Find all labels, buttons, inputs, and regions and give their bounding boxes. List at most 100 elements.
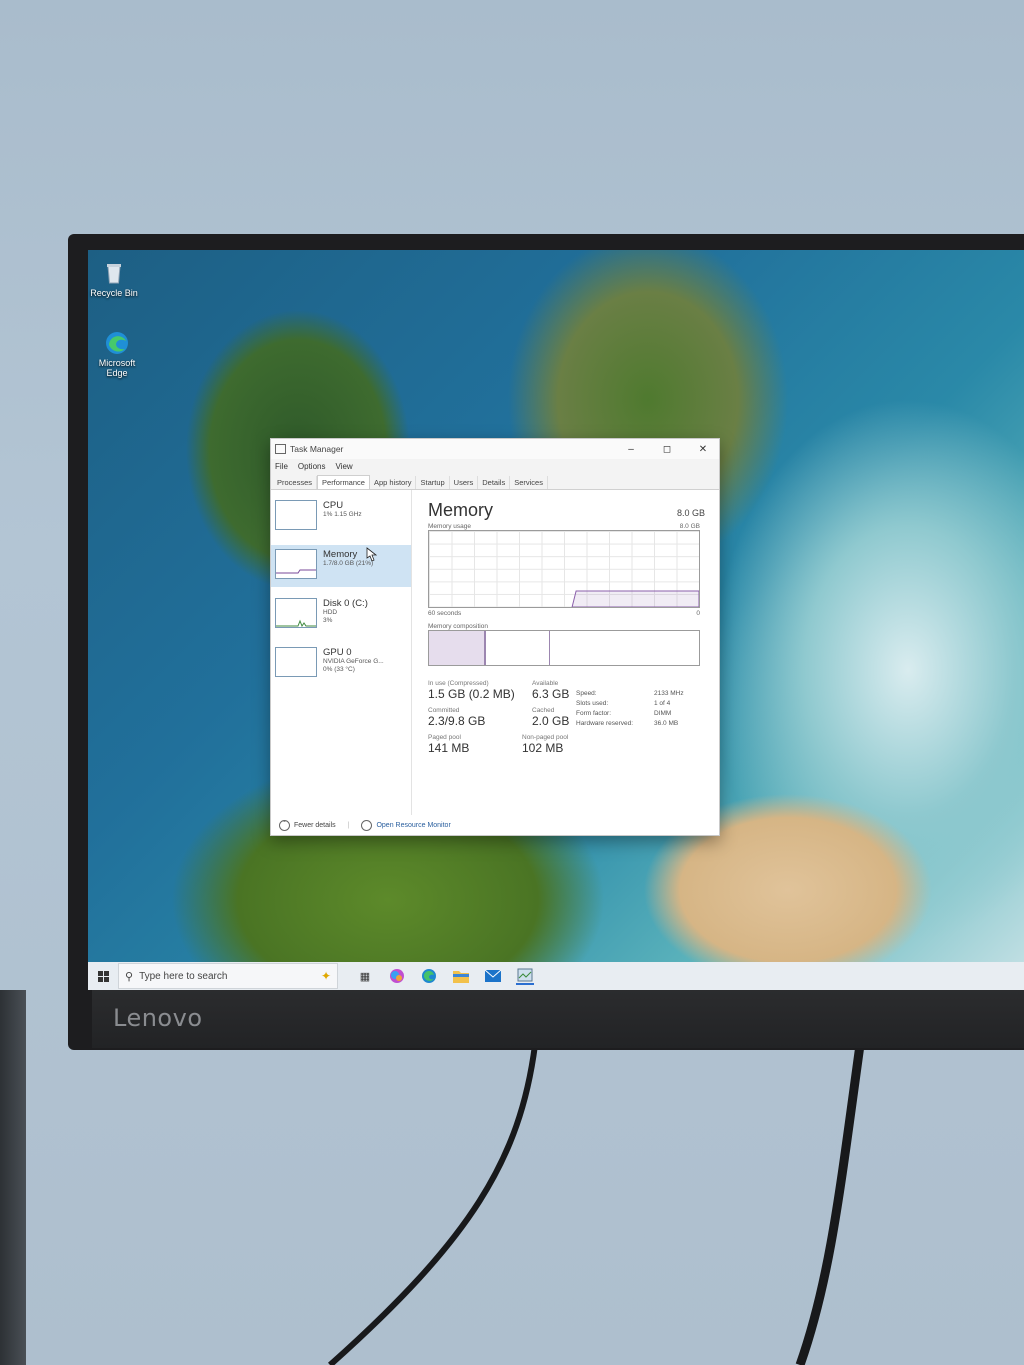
resource-sidebar: CPU 1% 1.15 GHz Memory 1.7/8.0 GB (21%) (271, 490, 412, 815)
close-button[interactable]: ✕ (687, 444, 719, 455)
memory-specs: Speed: 2133 MHz Slots used: 1 of 4 Form … (576, 690, 694, 727)
in-use-label: In use (Compressed) (428, 680, 489, 687)
open-resource-monitor-link[interactable]: Open Resource Monitor (361, 819, 451, 831)
task-manager-window[interactable]: Task Manager – ◻ ✕ File Options View Pro… (270, 438, 720, 836)
monitor-chin (92, 990, 1024, 1048)
sidebar-item-label: GPU 0 (323, 647, 352, 658)
monitor-brand-logo: Lenovo (113, 1004, 203, 1032)
menu-options[interactable]: Options (298, 462, 326, 471)
in-use-value: 1.5 GB (0.2 MB) (428, 687, 515, 701)
spec-key: Form factor: (576, 710, 612, 717)
memory-composition-bar (428, 630, 700, 666)
menu-file[interactable]: File (275, 462, 288, 471)
resource-monitor-icon (361, 819, 373, 831)
tab-details[interactable]: Details (478, 476, 511, 489)
copilot-sparkle-icon: ✦ (320, 969, 331, 983)
time-range-label: 60 seconds (428, 610, 462, 617)
tab-app-history[interactable]: App history (370, 476, 417, 489)
disk-thumbnail-graph (275, 598, 317, 628)
sidebar-item-disk[interactable]: Disk 0 (C:) HDD 3% (271, 594, 411, 636)
sidebar-item-gpu[interactable]: GPU 0 NVIDIA GeForce G... 0% (33 °C) (271, 643, 411, 685)
desktop-icon-label: Microsoft Edge (98, 358, 136, 378)
desktop-icon-recycle-bin[interactable]: Recycle Bin (90, 260, 138, 298)
sidebar-item-detail: NVIDIA GeForce G... (323, 658, 384, 665)
maximize-button[interactable]: ◻ (651, 444, 683, 455)
cpu-thumbnail-graph (275, 500, 317, 530)
taskbar: ⚲ Type here to search ✦ ▦ (88, 962, 1024, 990)
memory-usage-max: 8.0 GB (679, 523, 700, 530)
non-paged-pool-label: Non-paged pool (522, 734, 569, 741)
search-icon: ⚲ (125, 970, 134, 983)
sidebar-item-memory[interactable]: Memory 1.7/8.0 GB (21%) (271, 545, 411, 587)
edge-icon[interactable] (420, 967, 438, 985)
memory-composition-label: Memory composition (428, 623, 488, 630)
memory-thumbnail-graph (275, 549, 317, 579)
tab-services[interactable]: Services (510, 476, 548, 489)
start-button[interactable] (88, 962, 118, 990)
cached-label: Cached (532, 707, 555, 714)
available-label: Available (532, 680, 559, 687)
minimize-button[interactable]: – (615, 444, 647, 455)
recycle-bin-icon (107, 264, 121, 284)
task-manager-icon[interactable] (516, 967, 534, 985)
composition-in-use (429, 631, 486, 665)
fewer-details-label: Fewer details (294, 821, 336, 829)
start-icon (97, 970, 109, 982)
task-manager-icon (275, 444, 286, 454)
open-resource-monitor-label: Open Resource Monitor (376, 821, 451, 829)
monitor-cables (328, 1044, 865, 1365)
committed-value: 2.3/9.8 GB (428, 714, 486, 728)
menu-view[interactable]: View (335, 462, 352, 471)
sidebar-item-label: CPU (323, 500, 344, 511)
cached-value: 2.0 GB (532, 714, 570, 728)
memory-usage-line (571, 590, 699, 607)
spec-value: 36.0 MB (654, 720, 679, 727)
tab-startup[interactable]: Startup (416, 476, 450, 489)
memory-detail-pane: Memory 8.0 GB Memory usage 8.0 GB 60 sec… (412, 490, 719, 815)
memory-total: 8.0 GB (676, 508, 705, 518)
desktop-screen: Recycle Bin Microsoft Edge Task Manager … (88, 250, 1024, 990)
spec-key: Speed: (576, 690, 597, 697)
copilot-app-icon[interactable] (388, 967, 406, 985)
sidebar-item-label: Disk 0 (C:) (323, 598, 368, 609)
desktop-icon-label: Recycle Bin (90, 288, 138, 298)
spec-value: 1 of 4 (654, 700, 671, 707)
spec-key: Hardware reserved: (576, 720, 634, 727)
available-value: 6.3 GB (532, 687, 570, 701)
sidebar-item-detail-2: 3% (323, 617, 333, 624)
menu-bar: File Options View (271, 459, 719, 473)
mail-icon[interactable] (484, 967, 502, 985)
memory-usage-label: Memory usage (428, 523, 471, 530)
search-placeholder: Type here to search (139, 970, 228, 982)
window-title: Task Manager (290, 444, 344, 454)
sidebar-item-detail: HDD (323, 609, 338, 616)
non-paged-pool-value: 102 MB (522, 741, 564, 755)
chevron-up-icon: ˆ (279, 819, 290, 831)
tab-users[interactable]: Users (450, 476, 479, 489)
taskbar-search-box[interactable]: ⚲ Type here to search ✦ (118, 963, 338, 989)
tab-performance[interactable]: Performance (317, 475, 370, 489)
performance-panel: CPU 1% 1.15 GHz Memory 1.7/8.0 GB (21%) (271, 490, 719, 815)
gpu-thumbnail-graph (275, 647, 317, 677)
spec-value: DIMM (654, 710, 672, 717)
title-bar[interactable]: Task Manager – ◻ ✕ (271, 439, 719, 459)
file-explorer-icon[interactable] (452, 967, 470, 985)
mouse-pointer-icon (366, 547, 378, 562)
tab-processes[interactable]: Processes (273, 476, 318, 489)
task-view-icon[interactable]: ▦ (356, 967, 374, 985)
spec-value: 2133 MHz (654, 690, 684, 697)
sidebar-item-cpu[interactable]: CPU 1% 1.15 GHz (271, 496, 411, 538)
memory-usage-graph (428, 530, 700, 608)
page-title: Memory (428, 500, 494, 520)
tab-strip: Processes Performance App history Startu… (271, 473, 719, 490)
paged-pool-label: Paged pool (428, 734, 461, 741)
spec-key: Slots used: (576, 700, 609, 707)
desktop-icon-edge[interactable]: Microsoft Edge (93, 330, 141, 378)
edge-icon (106, 332, 128, 354)
fewer-details-button[interactable]: ˆ Fewer details (279, 819, 336, 831)
committed-label: Committed (428, 707, 460, 714)
sidebar-item-detail-2: 0% (33 °C) (323, 666, 355, 673)
paged-pool-value: 141 MB (428, 741, 470, 755)
footer: ˆ Fewer details | Open Resource Monitor (271, 815, 719, 835)
time-zero-label: 0 (696, 610, 700, 617)
